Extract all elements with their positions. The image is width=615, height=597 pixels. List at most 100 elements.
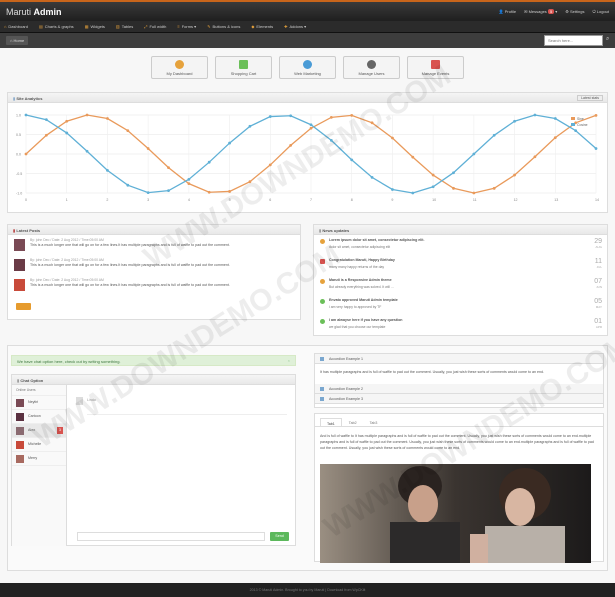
quick-dashboard-button[interactable]: My Dashboard	[151, 56, 208, 79]
data-point	[350, 158, 354, 162]
chat-message-input[interactable]	[77, 532, 265, 541]
data-point	[248, 180, 252, 184]
analytics-chart: 1.00.50.0-0.5-1.00 1 2 3 4 5 6 7 8 9 10 11 12 13 14Sin…	[16, 113, 599, 203]
close-icon[interactable]: ×	[288, 358, 290, 363]
profile-link[interactable]: 👤 Profile	[499, 9, 516, 14]
post-item: By: john Deo / Date: 2 Aug 2012 / Time:0…	[8, 235, 300, 255]
data-point	[146, 147, 150, 150]
bullet-icon	[320, 279, 325, 284]
chat-message	[87, 405, 287, 415]
calendar-icon	[431, 60, 440, 69]
quick-users-button[interactable]: Manage Users	[343, 56, 400, 79]
x-tick-label: 12	[514, 198, 518, 202]
settings-link[interactable]: ⚙ Settings	[565, 9, 584, 14]
tabs-panel: Tab1 Tab2 Tab3 And is full of waffle to …	[314, 413, 604, 563]
quick-label: Manage Events	[421, 71, 450, 76]
avatar	[14, 259, 25, 271]
nav-buttons[interactable]: ✎ Buttons & icons	[207, 24, 240, 29]
news-item[interactable]: Congratulation Maruti, Happy Birthday ma…	[314, 255, 607, 275]
news-item[interactable]: I am alwayse here if you have any questi…	[314, 315, 607, 335]
data-point	[228, 190, 231, 193]
breadcrumb-home: Home	[13, 38, 25, 43]
latest-posts-panel: ▮ Latest Posts By: john Deo / Date: 2 Au…	[7, 224, 301, 320]
data-point	[553, 136, 557, 140]
data-point	[187, 177, 191, 181]
logout-link[interactable]: ⏻ Logout	[592, 9, 609, 14]
chat-message-author: Linda	[87, 398, 96, 402]
tab-2[interactable]: Tab2	[343, 418, 363, 426]
news-item[interactable]: Lorem ipsum dolor sit amet, consectetur …	[314, 235, 607, 255]
nav-addons[interactable]: ✚ Addons ▾	[284, 24, 306, 29]
form-icon: ≡	[177, 24, 180, 29]
logout-label: Logout	[596, 9, 609, 14]
breadcrumb-bar: ⌂ Home	[0, 33, 615, 48]
news-month: APR	[595, 325, 602, 329]
data-point	[411, 191, 415, 195]
news-title: Congratulation Maruti, Happy Birthday	[329, 258, 395, 262]
data-point	[289, 114, 293, 118]
quick-label: Shopping Cart	[230, 71, 257, 76]
news-item[interactable]: Maruti is a Responsive Admin theme But a…	[314, 275, 607, 295]
nav-label: Forms	[181, 24, 194, 29]
chat-user-list: Online Users Neytiri Cartoon Alex 3 Miche…	[12, 385, 67, 546]
news-date: 05 MAY	[594, 298, 602, 309]
quick-events-button[interactable]: Manage Events	[407, 56, 464, 79]
nav-elements[interactable]: ◆ Elements	[251, 24, 273, 29]
folder-icon	[320, 387, 324, 391]
nav-label: Dashboard	[8, 24, 28, 29]
data-point	[594, 113, 598, 117]
nav-dashboard[interactable]: ⌂ Dashboard	[4, 24, 28, 29]
envelope-icon: ✉	[524, 9, 528, 14]
data-point	[533, 113, 537, 117]
x-tick-label: 11	[473, 198, 477, 202]
chat-user[interactable]: Neytiri	[12, 396, 66, 410]
news-item[interactable]: Envato approved Maruti Admin template i …	[314, 295, 607, 315]
nav-tables[interactable]: ▥ Tables	[116, 24, 133, 29]
panel-header: ▮ Latest Posts	[8, 225, 300, 235]
data-point	[431, 185, 435, 189]
avatar	[16, 413, 24, 421]
view-all-button[interactable]	[16, 303, 31, 310]
data-point	[65, 119, 69, 123]
chat-user[interactable]: Cartoon	[12, 410, 66, 424]
data-point	[574, 129, 578, 132]
accordion-panel: Accordion Example 1 It has multiple para…	[314, 353, 604, 408]
data-point	[309, 126, 313, 130]
data-point	[24, 152, 28, 156]
data-point	[472, 152, 476, 156]
nav-charts[interactable]: ▤ Charts & graphs	[39, 24, 74, 29]
send-button[interactable]: Send	[270, 532, 289, 541]
accordion-title: Accordion Example 1	[329, 357, 363, 361]
panel-header: ▮ Site Analytics Latest stats	[8, 93, 607, 103]
latest-stats-button[interactable]: Latest stats	[577, 95, 603, 101]
data-point	[167, 189, 170, 193]
chat-user[interactable]: Merry	[12, 452, 66, 466]
nav-forms[interactable]: ≡ Forms ▾	[177, 24, 196, 29]
quick-marketing-button[interactable]: Web Marketing	[279, 56, 336, 79]
tab-3[interactable]: Tab3	[364, 418, 384, 426]
chat-user[interactable]: Alex 3	[12, 424, 66, 438]
panel-title: Chat Option	[20, 378, 44, 383]
avatar	[76, 397, 83, 405]
x-tick-label: 8	[351, 198, 353, 202]
chat-user[interactable]: Michelle	[12, 438, 66, 452]
nav-widgets[interactable]: ▦ Widgets	[85, 24, 105, 29]
messages-badge: 5	[547, 9, 555, 14]
data-point	[533, 155, 537, 159]
breadcrumb[interactable]: ⌂ Home	[6, 36, 29, 45]
x-tick-label: 1	[66, 198, 68, 202]
avatar	[16, 441, 24, 449]
accordion-header[interactable]: Accordion Example 2	[315, 384, 603, 394]
search-input[interactable]	[544, 35, 603, 46]
messages-link[interactable]: ✉ Messages 5 ▾	[524, 9, 557, 14]
nav-label: Widgets	[90, 24, 105, 29]
search-icon[interactable]: ⌕	[606, 36, 609, 43]
accordion-header[interactable]: Accordion Example 1	[315, 354, 603, 364]
data-point	[85, 149, 89, 153]
accordion-header[interactable]: Accordion Example 3	[315, 394, 603, 404]
avatar	[16, 427, 24, 435]
quick-cart-button[interactable]: Shopping Cart	[215, 56, 272, 79]
brand-logo[interactable]: Maruti Admin	[6, 7, 62, 17]
tab-1[interactable]: Tab1	[320, 418, 342, 426]
nav-full-width[interactable]: ⤢ Full width	[144, 24, 166, 29]
